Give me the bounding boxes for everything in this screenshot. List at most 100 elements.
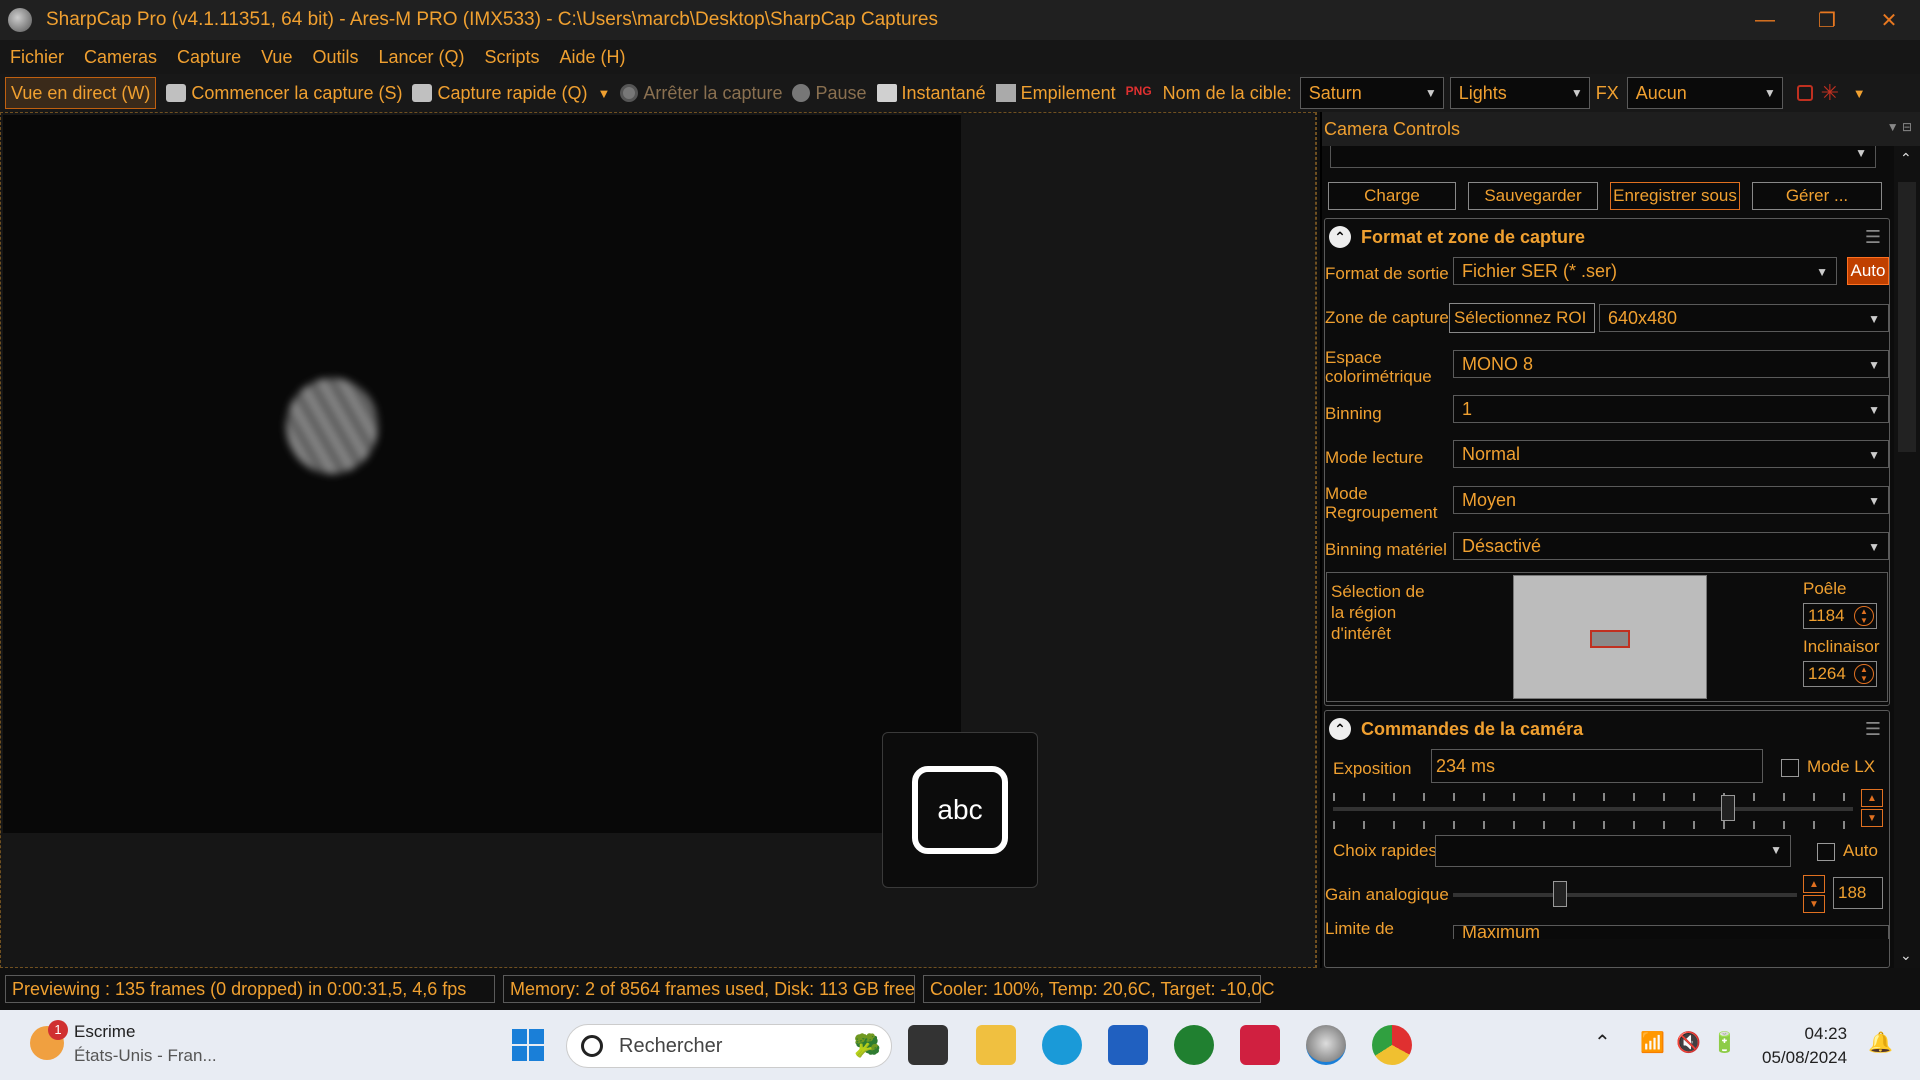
scrollbar-thumb[interactable] <box>1898 182 1916 452</box>
pan-spinner[interactable]: 1184 ▲ ▼ <box>1803 603 1877 629</box>
camera-commands-header[interactable]: ⌃ Commandes de la caméra <box>1325 711 1889 747</box>
live-view-button[interactable]: Vue en direct (W) <box>5 77 157 109</box>
load-button[interactable]: Charge <box>1328 182 1456 210</box>
file-explorer-icon[interactable] <box>976 1025 1016 1065</box>
spinner-arrows-icon[interactable]: ▲ ▼ <box>1854 664 1874 684</box>
roi-rectangle[interactable] <box>1590 630 1630 648</box>
chevron-down-icon[interactable]: ▼ <box>1853 86 1866 101</box>
chevron-up-icon[interactable]: ⌃ <box>1594 1030 1611 1055</box>
spinner-arrows-icon[interactable]: ▲ ▼ <box>1854 606 1874 626</box>
menu-lancer[interactable]: Lancer (Q) <box>378 47 464 68</box>
chevron-down-icon[interactable]: ▼ <box>598 86 611 101</box>
menu-cameras[interactable]: Cameras <box>84 47 157 68</box>
minimize-button[interactable]: — <box>1734 0 1796 40</box>
menu-capture[interactable]: Capture <box>177 47 241 68</box>
weather-widget[interactable]: 1 Escrime États-Unis - Fran... <box>30 1020 217 1068</box>
read-mode-select[interactable]: Normal ▼ <box>1453 440 1889 468</box>
menu-fichier[interactable]: Fichier <box>10 47 64 68</box>
collapse-icon[interactable]: ⌃ <box>1329 226 1351 248</box>
reticle-icon[interactable] <box>1796 85 1813 101</box>
stop-capture-button[interactable]: Arrêter la capture <box>620 77 782 109</box>
windows-start-icon[interactable] <box>508 1025 548 1065</box>
save-as-button[interactable]: Enregistrer sous <box>1610 182 1740 210</box>
tilt-label: Inclinaisor <box>1803 637 1880 656</box>
task-view-icon[interactable] <box>908 1025 948 1065</box>
target-name-select[interactable]: Saturn ▼ <box>1299 77 1444 109</box>
panel-splitter[interactable] <box>1316 112 1320 968</box>
profile-select[interactable]: ▼ <box>1330 146 1876 168</box>
snapshot-button[interactable]: Instantané <box>876 77 986 109</box>
binning-select[interactable]: 1 ▼ <box>1453 395 1889 423</box>
touch-keyboard-overlay[interactable]: abc <box>882 732 1038 888</box>
gain-down-icon[interactable]: ▼ <box>1803 895 1825 913</box>
scroll-up-icon[interactable]: ⌃ <box>1900 150 1912 167</box>
quick-auto-checkbox[interactable] <box>1817 843 1835 861</box>
start-capture-button[interactable]: Commencer la capture (S) <box>166 77 402 109</box>
hamburger-menu-icon[interactable]: ☰ <box>1865 719 1881 740</box>
collapse-icon[interactable]: ⌃ <box>1329 718 1351 740</box>
gain-slider-thumb[interactable] <box>1552 881 1567 907</box>
exposure-input[interactable]: 234 ms <box>1431 749 1763 783</box>
frame-type-select[interactable]: Lights ▼ <box>1449 77 1590 109</box>
stacking-button[interactable]: Empilement <box>995 77 1116 109</box>
hamburger-menu-icon[interactable]: ☰ <box>1865 227 1881 248</box>
select-roi-button[interactable]: Sélectionnez ROI <box>1449 303 1595 333</box>
roi-canvas[interactable] <box>1513 575 1707 699</box>
color-space-select[interactable]: MONO 8 ▼ <box>1453 350 1889 378</box>
png-button[interactable]: PNG <box>1126 77 1153 109</box>
lx-mode-checkbox[interactable] <box>1781 759 1799 777</box>
exposure-down-icon[interactable]: ▼ <box>1861 809 1883 827</box>
sharpcap-taskbar-icon[interactable] <box>1306 1025 1346 1065</box>
exposure-up-icon[interactable]: ▲ <box>1861 789 1883 807</box>
menu-aide[interactable]: Aide (H) <box>560 47 626 68</box>
lx-mode-label: Mode LX <box>1807 757 1876 776</box>
output-auto-button[interactable]: Auto <box>1847 257 1889 285</box>
pause-button[interactable]: Pause <box>792 77 867 109</box>
gain-input[interactable]: 188 <box>1833 877 1883 909</box>
exposure-slider-thumb[interactable] <box>1721 795 1736 821</box>
wifi-icon[interactable]: 📶 <box>1640 1030 1665 1055</box>
edge-browser-icon[interactable] <box>1042 1025 1082 1065</box>
restore-button[interactable]: ❐ <box>1796 0 1858 40</box>
manage-button[interactable]: Gérer ... <box>1752 182 1882 210</box>
grouping-mode-select[interactable]: Moyen ▼ <box>1453 486 1889 514</box>
planet-image <box>286 378 378 474</box>
format-section-header[interactable]: ⌃ Format et zone de capture <box>1325 219 1889 255</box>
taskbar-search[interactable]: Rechercher 🥦 <box>566 1024 892 1068</box>
crosshair-icon[interactable]: ✳ <box>1821 82 1843 104</box>
quick-capture-button[interactable]: Capture rapide (Q) ▼ <box>412 77 610 109</box>
fx-select[interactable]: Aucun ▼ <box>1626 77 1783 109</box>
target-name-value: Saturn <box>1308 82 1362 103</box>
save-button[interactable]: Sauvegarder <box>1468 182 1598 210</box>
quick-choice-select[interactable]: ▼ <box>1435 835 1791 867</box>
exposure-value: 234 ms <box>1436 755 1496 776</box>
hw-binning-select[interactable]: Désactivé ▼ <box>1453 532 1889 560</box>
chevron-down-icon: ▼ <box>1868 540 1880 554</box>
snapshot-label: Instantané <box>901 82 986 103</box>
notification-bell-icon[interactable]: 🔔 <box>1868 1030 1893 1055</box>
menu-vue[interactable]: Vue <box>261 47 292 68</box>
chrome-browser-icon[interactable] <box>1372 1025 1412 1065</box>
camera-image[interactable] <box>3 115 961 833</box>
gain-up-icon[interactable]: ▲ <box>1803 875 1825 893</box>
battery-icon[interactable]: 🔋 <box>1712 1030 1737 1055</box>
output-format-select[interactable]: Fichier SER (* .ser) ▼ <box>1453 257 1837 285</box>
pin-icon[interactable]: ▼ ⊟ <box>1887 120 1912 134</box>
camera-controls-scrollbar[interactable]: ⌃ ⌄ <box>1894 146 1920 968</box>
capture-area-select[interactable]: 640x480 ▼ <box>1599 304 1889 332</box>
tilt-spinner[interactable]: 1264 ▲ ▼ <box>1803 661 1877 687</box>
preview-area[interactable] <box>0 112 1316 968</box>
read-mode-label: Mode lecture <box>1325 447 1424 467</box>
phd-guiding-icon[interactable] <box>1174 1025 1214 1065</box>
microsoft-store-icon[interactable] <box>1108 1025 1148 1065</box>
photo-app-icon[interactable] <box>1240 1025 1280 1065</box>
close-button[interactable]: ✕ <box>1858 0 1920 40</box>
exposure-slider-track[interactable] <box>1333 807 1853 811</box>
rate-limit-select[interactable]: Maximum <box>1453 925 1889 939</box>
volume-muted-icon[interactable]: 🔇 <box>1676 1030 1701 1055</box>
menu-scripts[interactable]: Scripts <box>485 47 540 68</box>
scroll-down-icon[interactable]: ⌄ <box>1900 947 1912 964</box>
menu-outils[interactable]: Outils <box>312 47 358 68</box>
system-clock[interactable]: 04:23 05/08/2024 <box>1762 1022 1847 1070</box>
gain-slider-track[interactable] <box>1453 893 1797 897</box>
